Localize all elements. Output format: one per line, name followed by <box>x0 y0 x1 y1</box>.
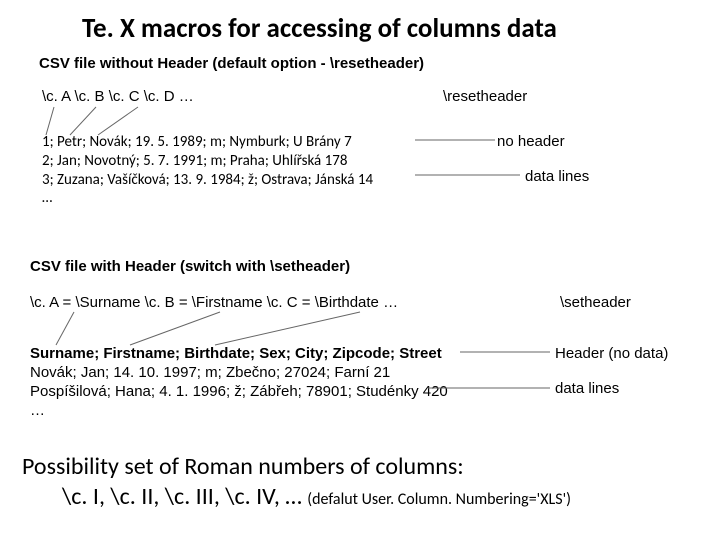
csv-row: Pospíšilová; Hana; 4. 1. 1996; ž; Zábřeh… <box>30 383 448 402</box>
csv1-block: 1; Petr; Novák; 19. 5. 1989; m; Nymburk;… <box>42 133 373 208</box>
section1-macros: \c. A \c. B \c. C \c. D … <box>42 88 194 105</box>
footer-block: Possibility set of Roman numbers of colu… <box>22 452 571 512</box>
no-header-label: no header <box>497 133 565 150</box>
footer-note: (defalut User. Column. Numbering='XLS') <box>307 490 571 509</box>
csv-row: 1; Petr; Novák; 19. 5. 1989; m; Nymburk;… <box>42 133 373 152</box>
footer-line2: \c. I, \c. II, \c. III, \c. IV, … (defal… <box>62 482 571 512</box>
data-lines-label-1: data lines <box>525 168 589 185</box>
resetheader-label: \resetheader <box>443 88 527 105</box>
header-no-data-label: Header (no data) <box>555 345 668 362</box>
section2-heading: CSV file with Header (switch with \sethe… <box>30 258 350 275</box>
csv-row: 2; Jan; Novotný; 5. 7. 1991; m; Praha; U… <box>42 152 373 171</box>
footer-line1: Possibility set of Roman numbers of colu… <box>22 452 571 482</box>
csv-row: … <box>30 402 448 421</box>
csv2-block: Novák; Jan; 14. 10. 1997; m; Zbečno; 270… <box>30 364 448 420</box>
section2-macros: \c. A = \Surname \c. B = \Firstname \c. … <box>30 294 398 311</box>
csv-row: 3; Zuzana; Vašíčková; 13. 9. 1984; ž; Os… <box>42 171 373 190</box>
data-lines-label-2: data lines <box>555 380 619 397</box>
setheader-label: \setheader <box>560 294 631 311</box>
footer-roman: \c. I, \c. II, \c. III, \c. IV, … <box>62 482 307 511</box>
csv2-header-line: Surname; Firstname; Birthdate; Sex; City… <box>30 345 442 362</box>
section1-heading: CSV file without Header (default option … <box>39 55 424 72</box>
csv-row: … <box>42 189 373 208</box>
page-title: Te. X macros for accessing of columns da… <box>82 12 557 45</box>
csv-row: Novák; Jan; 14. 10. 1997; m; Zbečno; 270… <box>30 364 448 383</box>
